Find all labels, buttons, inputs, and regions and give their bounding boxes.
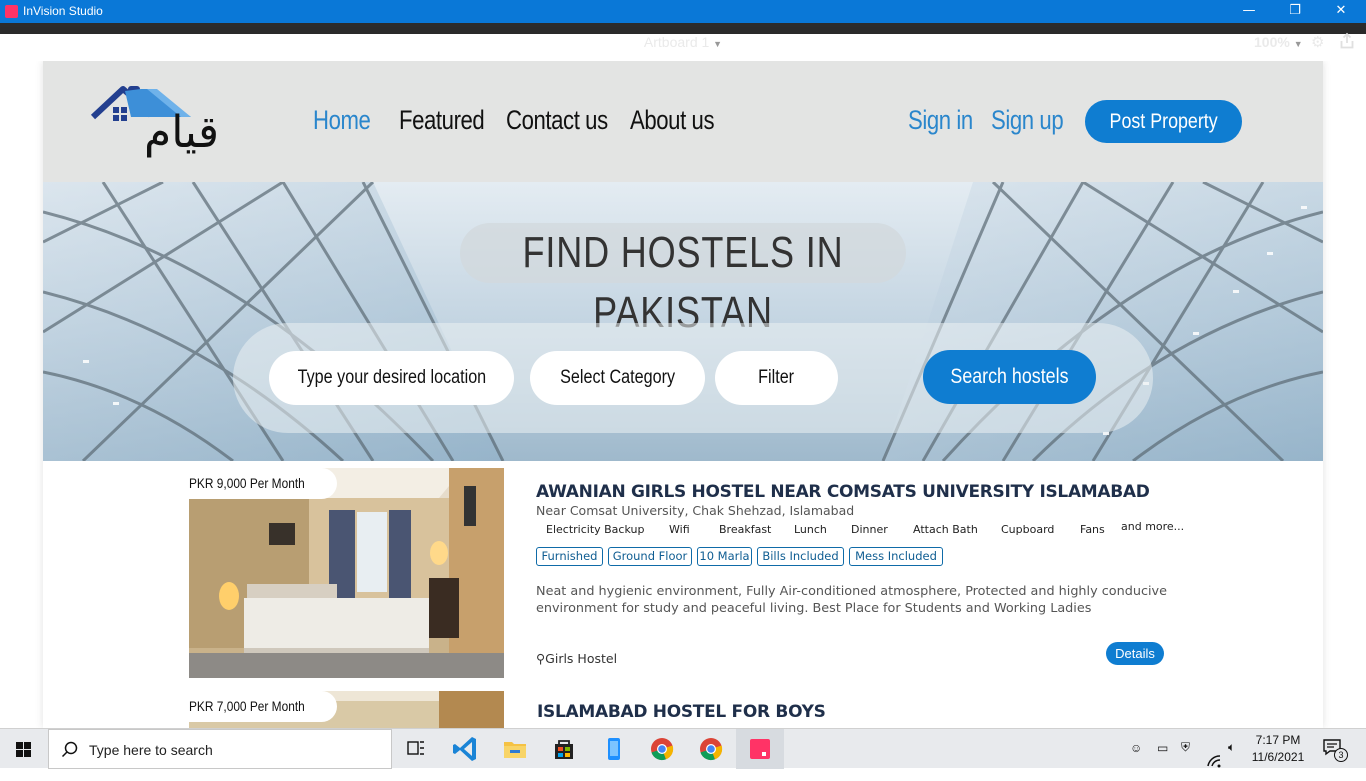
listing-type-label: Girls Hostel	[545, 651, 618, 666]
filter-button[interactable]: Filter	[715, 351, 838, 405]
vscode-icon[interactable]	[442, 729, 490, 769]
listing-type: ⚲Girls Hostel	[536, 651, 617, 666]
listing-description: Neat and hygienic environment, Fully Air…	[536, 584, 1167, 616]
site-logo[interactable]: قيام	[91, 85, 241, 167]
nav-about[interactable]: About us	[630, 105, 715, 136]
listing-card: PKR 9,000 Per Month AWANIAN GIRLS HOSTEL…	[43, 468, 1323, 680]
hero-section: FIND HOSTELS IN PAKISTAN Type your desir…	[43, 182, 1323, 461]
search-hostels-label: Search hostels	[950, 365, 1069, 388]
location-placeholder: Type your desired location	[297, 367, 486, 388]
site-header: قيام Home Featured Contact us About us S…	[43, 61, 1323, 182]
design-canvas: قيام Home Featured Contact us About us S…	[0, 61, 1366, 728]
close-button[interactable]: ✕	[1318, 0, 1364, 23]
tag: Mess Included	[849, 547, 943, 566]
volume-icon[interactable]: 🔈︎	[1228, 740, 1235, 780]
amenity: Wifi	[669, 523, 690, 536]
logo-text: قيام	[144, 107, 219, 158]
price-tag: PKR 9,000 Per Month	[189, 468, 338, 499]
listing-card: PKR 7,000 Per Month ISLAMABAD HOSTEL FOR…	[43, 691, 1323, 728]
post-property-label: Post Property	[1109, 110, 1218, 133]
search-icon	[61, 741, 78, 758]
windows-taskbar: Type here to search ☺ ▭ ⛨ 🔈︎ 7:17 PM 11/…	[0, 728, 1366, 769]
gear-icon[interactable]: ⚙	[1311, 33, 1324, 51]
nav-signin[interactable]: Sign in	[908, 105, 973, 136]
wifi-icon[interactable]	[1206, 741, 1222, 781]
amenity: Dinner	[851, 523, 888, 536]
notification-count: 3	[1334, 748, 1348, 762]
listing-title[interactable]: ISLAMABAD HOSTEL FOR BOYS	[537, 702, 826, 722]
studio-toolbar: Artboard 1 ▼ 100% ▼ ⚙	[0, 23, 1366, 701]
search-hostels-button[interactable]: Search hostels	[923, 350, 1096, 404]
nav-signup[interactable]: Sign up	[991, 105, 1064, 136]
post-property-button[interactable]: Post Property	[1085, 100, 1242, 143]
details-button[interactable]: Details	[1106, 642, 1164, 665]
category-select[interactable]: Select Category	[530, 351, 705, 405]
amenity: Breakfast	[719, 523, 772, 536]
minimize-button[interactable]: —	[1226, 0, 1272, 23]
listing-photo[interactable]	[189, 468, 504, 678]
clock-date: 11/6/2021	[1251, 750, 1305, 764]
people-icon[interactable]: ☺	[1130, 741, 1142, 781]
phone-link-icon[interactable]	[590, 729, 638, 769]
nav-home[interactable]: Home	[313, 105, 371, 136]
window-title: InVision Studio	[23, 4, 103, 18]
amenity: Fans	[1080, 523, 1105, 536]
battery-icon[interactable]: ▭	[1157, 741, 1168, 781]
taskbar-search-box[interactable]: Type here to search	[48, 729, 392, 769]
invision-app-icon	[5, 5, 18, 18]
amenity: Cupboard	[1001, 523, 1055, 536]
listing-address: Near Comsat University, Chak Shehzad, Is…	[536, 503, 855, 518]
price-text: PKR 7,000 Per Month	[189, 698, 305, 714]
amenity: Attach Bath	[913, 523, 978, 536]
task-view-icon[interactable]	[392, 729, 440, 769]
invision-studio-icon[interactable]	[736, 729, 784, 769]
tag: Bills Included	[757, 547, 844, 566]
more-amenities-link[interactable]: and more...	[1121, 520, 1184, 533]
store-icon[interactable]	[540, 729, 588, 769]
chevron-down-icon: ▼	[1293, 39, 1303, 49]
clock-time: 7:17 PM	[1255, 733, 1301, 747]
file-explorer-icon[interactable]	[491, 729, 539, 769]
listing-title[interactable]: AWANIAN GIRLS HOSTEL NEAR COMSATS UNIVER…	[536, 482, 1150, 502]
zoom-level: 100%	[1254, 34, 1290, 50]
chrome-icon[interactable]	[687, 729, 735, 769]
artboard: قيام Home Featured Contact us About us S…	[43, 61, 1323, 728]
chrome-icon[interactable]	[638, 729, 686, 769]
map-pin-icon: ⚲	[536, 651, 546, 666]
amenity: Lunch	[794, 523, 827, 536]
nav-contact[interactable]: Contact us	[506, 105, 608, 136]
export-icon[interactable]	[1339, 32, 1355, 50]
notification-center-icon[interactable]: 3	[1322, 738, 1350, 762]
artboard-label: Artboard 1	[643, 34, 710, 50]
zoom-selector[interactable]: 100% ▼	[1254, 34, 1303, 50]
windows-start-icon[interactable]	[0, 729, 48, 769]
nav-featured[interactable]: Featured	[399, 105, 485, 136]
restore-button[interactable]: ❐	[1272, 0, 1318, 23]
chevron-down-icon: ▼	[713, 39, 723, 49]
amenity: Electricity Backup	[546, 523, 645, 536]
price-text: PKR 9,000 Per Month	[189, 475, 305, 491]
tag: Ground Floor	[608, 547, 692, 566]
location-input[interactable]: Type your desired location	[269, 351, 514, 405]
filter-label: Filter	[758, 367, 795, 388]
tag: 10 Marla	[697, 547, 752, 566]
hero-title: FIND HOSTELS IN PAKISTAN	[460, 223, 906, 337]
taskbar-search-placeholder: Type here to search	[89, 742, 213, 758]
taskbar-clock[interactable]: 7:17 PM 11/6/2021	[1248, 732, 1308, 766]
security-shield-icon[interactable]: ⛨	[1181, 740, 1190, 780]
category-label: Select Category	[560, 367, 675, 388]
tag: Furnished	[536, 547, 603, 566]
window-titlebar: InVision Studio — ❐ ✕	[0, 0, 1366, 23]
price-tag: PKR 7,000 Per Month	[189, 691, 338, 722]
